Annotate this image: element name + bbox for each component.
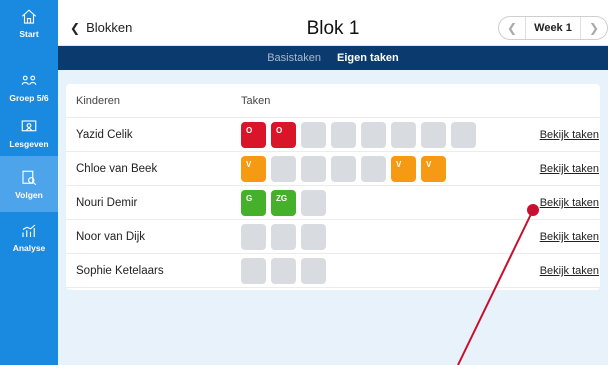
task-grade: O [246,126,253,135]
col-taken: Taken [241,95,271,107]
task-tile[interactable] [331,156,356,182]
task-tile[interactable] [361,156,386,182]
sidebar-item-lesgeven[interactable]: Lesgeven [0,110,58,156]
task-tile[interactable] [271,258,296,284]
task-list: OO [241,122,481,148]
task-tile[interactable] [421,122,446,148]
task-tile[interactable]: V [241,156,266,182]
table-header: Kinderen Taken [66,84,600,118]
view-tasks-link[interactable]: Bekijk taken [540,265,599,277]
task-tile[interactable] [331,122,356,148]
task-tile[interactable]: V [391,156,416,182]
task-tile[interactable] [271,224,296,250]
task-tile[interactable] [271,156,296,182]
view-tasks-link[interactable]: Bekijk taken [540,163,599,175]
tab-bar: Basistaken Eigen taken [58,46,608,70]
prev-week-button[interactable]: ❮ [499,21,525,35]
task-tile[interactable]: V [421,156,446,182]
students-table: Kinderen Taken Yazid Celik O O Bekijk taken… [66,84,600,290]
sidebar-item-label: Lesgeven [9,138,49,149]
col-kinderen: Kinderen [76,95,121,107]
week-selector: ❮ Week 1 ❯ [498,16,608,40]
follow-icon [22,170,37,185]
header: ❮ Blokken Blok 1 ❮ Week 1 ❯ [58,0,608,46]
tab-eigen-taken[interactable]: Eigen taken [337,52,399,64]
task-grade: V [396,160,402,169]
table-row: Sophie Ketelaars Bekijk taken [66,254,600,288]
task-list [241,224,331,250]
task-grade: O [276,126,283,135]
sidebar-item-label: Analyse [12,242,46,253]
table-row: Chloe van Beek V V V Bekijk taken [66,152,600,186]
task-tile[interactable]: G [241,190,266,216]
table-row: Yazid Celik O O Bekijk taken [66,118,600,152]
task-tile[interactable] [241,258,266,284]
student-name: Yazid Celik [76,129,133,141]
task-tile[interactable] [301,190,326,216]
task-tile[interactable] [241,224,266,250]
task-tile[interactable] [301,258,326,284]
tab-basistaken[interactable]: Basistaken [267,52,321,64]
next-week-button[interactable]: ❯ [581,21,607,35]
sidebar-item-start[interactable]: Start [0,0,58,46]
home-icon [21,8,37,24]
table-row: Nouri Demir G ZG Bekijk taken [66,186,600,220]
week-label: Week 1 [525,17,581,39]
view-tasks-link[interactable]: Bekijk taken [540,129,599,141]
task-tile[interactable] [451,122,476,148]
task-grade: G [246,194,253,203]
sidebar-item-label: Start [19,28,39,39]
group-icon [21,75,37,85]
view-tasks-link[interactable]: Bekijk taken [540,197,599,209]
task-tile[interactable] [301,122,326,148]
task-grade: ZG [276,194,288,203]
student-name: Sophie Ketelaars [76,265,164,277]
task-tile[interactable] [301,224,326,250]
task-tile[interactable] [361,122,386,148]
teach-icon [21,119,37,131]
view-tasks-link[interactable]: Bekijk taken [540,231,599,243]
sidebar-item-analyse[interactable]: Analyse [0,214,58,260]
sidebar-item-label: Volgen [15,189,43,200]
sidebar-item-label: Groep 5/6 [9,92,49,103]
task-tile[interactable]: O [241,122,266,148]
task-tile[interactable] [301,156,326,182]
student-name: Nouri Demir [76,197,138,209]
sidebar: Start Groep 5/6 Lesgeven Volgen Analyse [0,0,58,365]
student-name: Chloe van Beek [76,163,158,175]
analyse-icon [22,224,36,237]
sidebar-item-volgen[interactable]: Volgen [0,156,58,212]
sidebar-item-groep[interactable]: Groep 5/6 [0,64,58,110]
student-name: Noor van Dijk [76,231,146,243]
main-content: Kinderen Taken Yazid Celik O O Bekijk taken… [58,70,608,365]
task-grade: V [246,160,252,169]
task-list: VVV [241,156,451,182]
table-row: Noor van Dijk Bekijk taken [66,220,600,254]
task-tile[interactable] [391,122,416,148]
task-tile[interactable]: O [271,122,296,148]
task-list: G ZG [241,190,331,216]
task-tile[interactable]: ZG [271,190,296,216]
task-list [241,258,331,284]
task-grade: V [426,160,432,169]
